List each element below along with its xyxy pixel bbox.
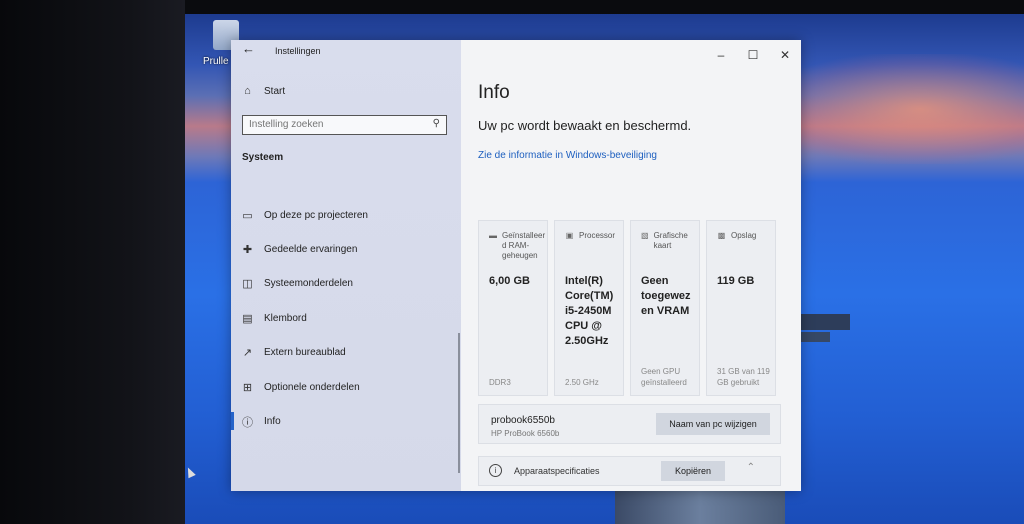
graphics-card-label: Grafische kaart: [653, 231, 688, 250]
minimize-button[interactable]: –: [705, 44, 737, 66]
ram-card-label: Geïnstalleer d RAM-geheugen: [502, 231, 546, 260]
project-icon: ▭: [242, 209, 253, 222]
search-icon[interactable]: ⚲: [433, 118, 440, 129]
shared-experiences-icon: ✚: [242, 244, 253, 257]
pier-decoration-far: [800, 314, 850, 330]
info-circle-icon: i: [489, 464, 502, 477]
settings-window: ← Instellingen ⌂ Start ⚲ Systeem ▭ Op de…: [231, 40, 801, 491]
settings-sidebar: ← Instellingen ⌂ Start ⚲ Systeem ▭ Op de…: [231, 40, 461, 491]
processor-card-value: Intel(R) Core(TM) i5-2450M CPU @ 2.50GHz: [565, 275, 614, 347]
ram-card-footer: DDR3: [489, 378, 511, 387]
window-controls: – ☐ ✕: [705, 44, 801, 66]
sidebar-item-label: Info: [264, 416, 281, 428]
monitor-bezel-left: [0, 0, 185, 524]
copy-button[interactable]: Kopiëren: [661, 461, 725, 481]
nav-home-label: Start: [264, 85, 286, 97]
sidebar-item-label: Systeemonderdelen: [264, 278, 353, 290]
processor-card-header: ▣ Processor: [565, 231, 615, 241]
pc-name: probook6550b: [491, 415, 555, 426]
remote-desktop-icon: ↗: [242, 347, 253, 360]
storage-icon: ▩: [717, 231, 726, 240]
recycle-bin-label[interactable]: Prulle: [203, 56, 229, 67]
pier-decoration-far-lower: [800, 332, 830, 342]
maximize-button[interactable]: ☐: [737, 44, 769, 66]
sidebar-item-label: Optionele onderdelen: [264, 381, 360, 393]
storage-card-value: 119 GB: [717, 275, 755, 287]
nav-home[interactable]: ⌂ Start: [241, 85, 285, 97]
sidebar-item-label: Op deze pc projecteren: [264, 209, 368, 221]
rename-pc-button[interactable]: Naam van pc wijzigen: [656, 413, 770, 435]
optional-features-icon: ⊞: [242, 381, 253, 394]
sidebar-item-optional-features[interactable]: ⊞ Optionele onderdelen: [231, 370, 461, 404]
ram-card-value: 6,00 GB: [489, 275, 530, 287]
storage-card: ▩ Opslag 119 GB 31 GB van 119 GB gebruik…: [706, 220, 776, 396]
sidebar-item-system-components[interactable]: ◫ Systeemonderdelen: [231, 267, 461, 301]
sidebar-item-shared-experiences[interactable]: ✚ Gedeelde ervaringen: [231, 232, 461, 266]
section-heading-system: Systeem: [242, 152, 284, 163]
sidebar-item-projecting[interactable]: ▭ Op deze pc projecteren: [231, 198, 461, 232]
device-specs-label: Apparaatspecificaties: [514, 466, 600, 476]
processor-card: ▣ Processor Intel(R) Core(TM) i5-2450M C…: [554, 220, 624, 396]
chevron-up-icon[interactable]: ⌃: [747, 462, 755, 473]
page-title: Info: [478, 82, 510, 103]
processor-card-label: Processor: [579, 231, 616, 240]
home-icon: ⌂: [244, 85, 251, 97]
graphics-card-footer: Geen GPU geïnstalleerd: [641, 367, 687, 387]
windows-security-link[interactable]: Zie de informatie in Windows-beveiliging: [478, 150, 657, 161]
window-title: Instellingen: [275, 46, 321, 56]
settings-search[interactable]: ⚲: [242, 115, 447, 135]
sidebar-item-label: Gedeelde ervaringen: [264, 244, 358, 256]
pc-name-row: probook6550b HP ProBook 6560b Naam van p…: [478, 404, 781, 444]
settings-content: – ☐ ✕ Info Uw pc wordt bewaakt en besche…: [461, 40, 801, 491]
graphics-card-icon: ▧: [641, 231, 649, 240]
spec-cards: ▬ Geïnstalleer d RAM-geheugen 6,00 GB DD…: [478, 220, 776, 396]
device-specs-row[interactable]: i Apparaatspecificaties Kopiëren ⌃: [478, 456, 781, 486]
sidebar-scrollbar[interactable]: [458, 333, 460, 473]
close-button[interactable]: ✕: [769, 44, 801, 66]
graphics-card-value: Geen toegewez en VRAM: [641, 275, 691, 317]
protection-status: Uw pc wordt bewaakt en beschermd.: [478, 118, 692, 133]
clipboard-icon: ▤: [242, 312, 253, 325]
ram-card: ▬ Geïnstalleer d RAM-geheugen 6,00 GB DD…: [478, 220, 548, 396]
system-components-icon: ◫: [242, 278, 253, 291]
sidebar-item-remote-desktop[interactable]: ↗ Extern bureaublad: [231, 336, 461, 370]
ram-icon: ▬: [489, 231, 497, 240]
sidebar-item-label: Extern bureaublad: [264, 347, 346, 359]
info-icon: ⓘ: [242, 416, 253, 429]
sunset-glow: [764, 54, 1024, 164]
graphics-card-header: ▧ Grafische kaart: [641, 231, 699, 251]
sidebar-nav-list: ▭ Op deze pc projecteren ✚ Gedeelde erva…: [231, 198, 461, 439]
sidebar-item-label: Klembord: [264, 312, 307, 324]
graphics-card: ▧ Grafische kaart Geen toegewez en VRAM …: [630, 220, 700, 396]
storage-card-label: Opslag: [731, 231, 757, 240]
sidebar-item-clipboard[interactable]: ▤ Klembord: [231, 301, 461, 335]
back-arrow-icon[interactable]: ←: [242, 41, 255, 56]
processor-card-footer: 2.50 GHz: [565, 378, 599, 387]
search-input[interactable]: [249, 119, 424, 130]
storage-card-footer: 31 GB van 119 GB gebruikt: [717, 367, 770, 387]
ram-card-header: ▬ Geïnstalleer d RAM-geheugen: [489, 231, 547, 261]
processor-icon: ▣: [565, 231, 574, 240]
storage-card-header: ▩ Opslag: [717, 231, 757, 241]
sidebar-item-info[interactable]: ⓘ Info: [231, 404, 461, 438]
pc-model: HP ProBook 6560b: [491, 429, 560, 438]
